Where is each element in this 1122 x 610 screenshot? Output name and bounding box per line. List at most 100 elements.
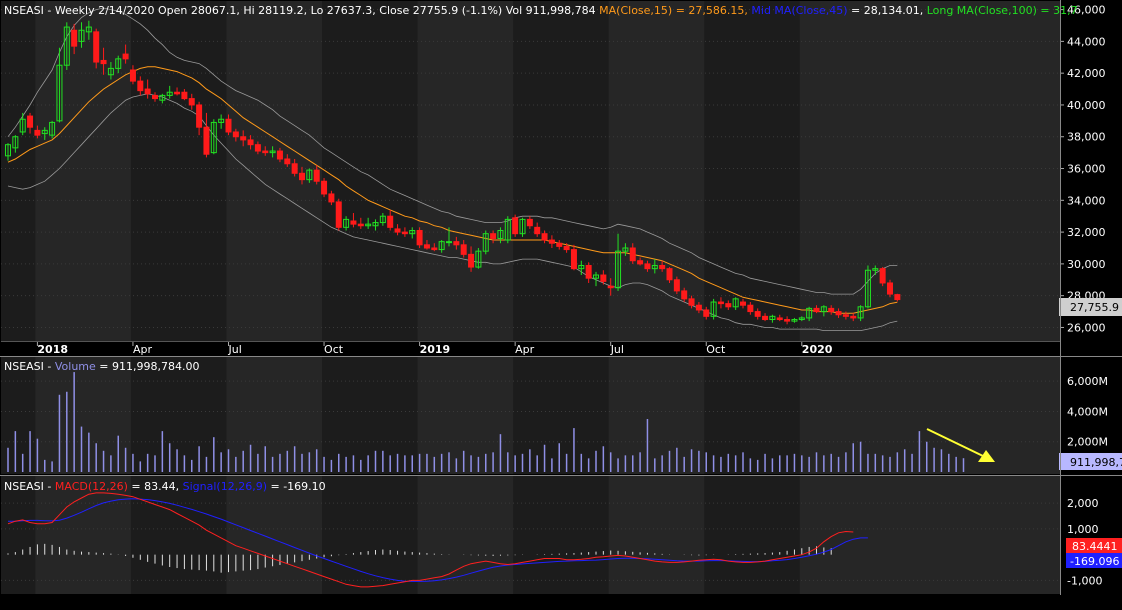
candle-body [262,150,269,154]
volume-bar [308,452,311,472]
volume-bar [396,453,399,472]
candle-body [27,115,34,128]
period-band [608,1,705,341]
volume-y-label: 4,000M [1067,405,1108,418]
chart-canvas: 46,00044,00042,00040,00038,00036,00034,0… [0,0,1122,610]
candle-body [629,247,636,262]
volume-bar [617,458,619,472]
volume-bar [338,453,340,472]
volume-bar [235,456,237,472]
volume-bar [808,456,810,472]
price-y-label: 34,000 [1067,194,1106,207]
volume-bar [551,458,553,472]
volume-bar [580,453,583,472]
candle-body [534,226,541,235]
volume-bar [654,458,656,472]
volume-bar [330,459,333,472]
volume-bar [242,450,244,472]
volume-bar [426,453,428,472]
period-band [417,357,514,474]
volume-bar [161,431,164,472]
candle-body [284,158,291,165]
volume-bar [418,453,421,472]
candle-body [681,290,688,300]
volume-bar [529,449,531,472]
volume-y-label: 6,000M [1067,375,1108,388]
candle-body [276,150,283,160]
volume-bar [874,453,877,472]
volume-bar [21,453,24,472]
period-band [417,476,514,594]
volume-header-prefix: NSEASI - [4,360,55,373]
volume-bar [198,446,200,472]
volume-panel[interactable]: 6,000M 4,000M 2,000M 911,998,7 NSEASI - Vo… [1,357,1122,474]
candle-body [879,268,886,284]
candle-body [688,298,695,306]
candle-body [387,215,394,228]
macd-header-value: = 83.44, [128,480,183,493]
volume-bar [58,394,61,472]
volume-bar [73,372,75,472]
volume-bar [801,455,803,472]
candle-body [174,91,181,95]
volume-bar [896,452,899,472]
volume-bar [779,455,781,472]
volume-bar [668,450,671,472]
volume-bar [624,455,627,472]
volume-bar [933,447,935,472]
volume-bar [609,452,612,472]
macd-header-signal-value: = -169.10 [267,480,326,493]
volume-bar [146,453,149,472]
x-tick-label: Apr [515,343,535,356]
price-header-mid-ma: Mid MA(Close,45) [751,4,847,17]
period-band [799,476,1060,594]
candle-body [196,104,203,128]
price-header-mid-ma-value: = 28,134.01, [848,4,927,17]
price-header: NSEASI - Weekly 2/14/2020 Open 28067.1, … [4,4,1078,17]
volume-header-series: Volume [55,360,96,373]
candle-body [570,249,577,270]
volume-bar [352,455,355,472]
price-header-long-ma: Long MA(Close,100) = 31,7 [927,4,1078,17]
price-y-label: 32,000 [1067,226,1106,239]
signal-label: -169.096 [1070,555,1119,568]
candle-body [703,309,710,317]
volume-bar [470,455,472,472]
volume-bar [345,456,347,472]
period-band [35,1,131,341]
candle-body [247,139,254,146]
x-tick-label: Jul [228,343,242,356]
candle-body [842,314,849,317]
macd-panel[interactable]: 2,000 1,000 -1,000 83.4441 -169.096 NSEASI… [1,476,1122,594]
candle-body [585,264,592,279]
volume-bar [168,443,171,472]
price-header-prefix: NSEASI - Weekly 2/14/2020 Open 28067.1, … [4,4,599,17]
candle-body [725,303,732,308]
candle-body [423,244,430,249]
volume-bar [29,431,31,472]
volume-bar [499,434,502,472]
candle-body [813,307,820,313]
price-panel[interactable]: 46,00044,00042,00040,00038,00036,00034,0… [1,1,1122,341]
volume-bar [712,455,715,472]
volume-bar [918,431,921,472]
volume-bar [323,456,325,472]
candle-body [416,230,423,246]
volume-bar [301,453,303,472]
candle-body [401,231,408,235]
volume-bar [110,455,112,472]
volume-bar [859,441,862,472]
volume-bar [102,450,105,472]
volume-bar [220,452,222,472]
volume-bar [440,453,443,472]
volume-bar [154,455,156,472]
candle-body [563,245,570,251]
candle-body [468,253,475,268]
candle-body [512,217,519,235]
volume-bar [749,458,752,472]
volume-bar [771,458,774,472]
volume-bar [191,459,193,472]
x-tick-label: 2019 [420,343,451,356]
x-tick-label: 2020 [802,343,833,356]
volume-bar [264,446,266,472]
